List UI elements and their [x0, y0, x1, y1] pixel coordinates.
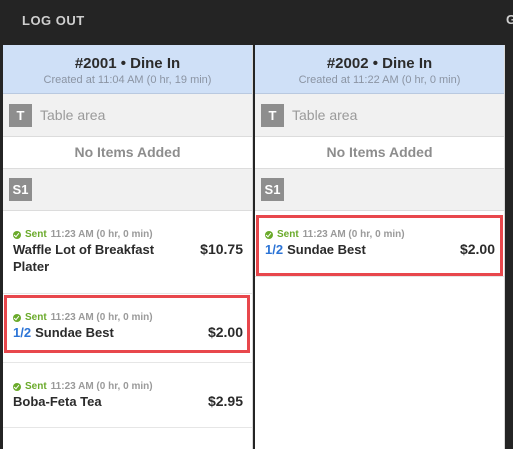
order-title: #2001 • Dine In — [74, 55, 181, 72]
seat-badge: S1 — [261, 178, 284, 201]
order-column-2001: #2001 • Dine In Created at 11:04 AM (0 h… — [3, 45, 253, 449]
table-area-row[interactable]: T Table area — [3, 94, 252, 137]
item-name: Waffle Lot of Breakfast Plater — [13, 242, 155, 274]
no-items-message: No Items Added — [3, 137, 252, 169]
item-price: $2.95 — [207, 393, 243, 409]
sent-time: 11:23 AM (0 hr, 0 min) — [50, 381, 153, 392]
seat-badge: S1 — [9, 178, 32, 201]
order-created-time: Created at 11:22 AM (0 hr, 0 min) — [298, 74, 461, 86]
item-name: Boba-Feta Tea — [13, 394, 102, 409]
order-item[interactable]: Sent 11:23 AM (0 hr, 0 min) Boba-Feta Te… — [3, 363, 252, 428]
order-header[interactable]: #2001 • Dine In Created at 11:04 AM (0 h… — [3, 45, 252, 94]
cut-off-top-button[interactable]: G — [506, 12, 513, 27]
check-circle-icon — [13, 230, 21, 239]
order-title: #2002 • Dine In — [326, 55, 433, 72]
table-area-row[interactable]: T Table area — [255, 94, 504, 137]
sent-time: 11:23 AM (0 hr, 0 min) — [50, 229, 153, 240]
top-bar: LOG OUT G — [0, 0, 513, 42]
order-created-time: Created at 11:04 AM (0 hr, 19 min) — [43, 74, 212, 86]
sent-label: Sent — [25, 229, 47, 240]
table-area-label: Table area — [292, 107, 358, 123]
table-area-label: Table area — [40, 107, 106, 123]
table-badge: T — [9, 103, 32, 127]
item-status: Sent 11:23 AM (0 hr, 0 min) — [13, 229, 153, 240]
sent-label: Sent — [25, 381, 47, 392]
seat-row[interactable]: S1 — [255, 169, 504, 211]
order-item[interactable]: Sent 11:23 AM (0 hr, 0 min) Waffle Lot o… — [3, 211, 252, 294]
no-items-message: No Items Added — [255, 137, 504, 169]
check-circle-icon — [13, 382, 21, 391]
logout-button[interactable]: LOG OUT — [22, 13, 85, 28]
item-status: Sent 11:23 AM (0 hr, 0 min) — [13, 381, 153, 392]
highlight-box — [256, 215, 503, 276]
seat-row[interactable]: S1 — [3, 169, 252, 211]
table-badge: T — [261, 103, 284, 127]
highlight-box — [4, 295, 250, 353]
item-price: $10.75 — [200, 241, 243, 257]
order-header[interactable]: #2002 • Dine In Created at 11:22 AM (0 h… — [255, 45, 504, 94]
